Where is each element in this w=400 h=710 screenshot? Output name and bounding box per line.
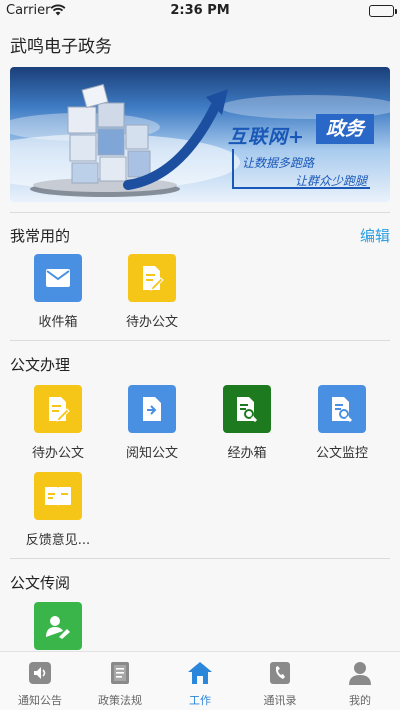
tab-label: 通讯录: [263, 694, 297, 707]
tab-label: 工作: [189, 694, 211, 707]
page-title: 武鸣电子政务: [10, 37, 112, 57]
document-processing-section-title: 公文办理: [10, 356, 71, 374]
edit-document-icon: [34, 385, 82, 433]
favorite-inbox[interactable]: 收件箱: [18, 254, 98, 330]
phone-icon: [240, 660, 320, 686]
tile-label: 反馈意见...: [25, 533, 91, 548]
battery-icon: [369, 5, 397, 17]
monitor-document-icon: [318, 385, 366, 433]
tab-notices[interactable]: 通知公告: [0, 652, 80, 710]
banner-subtitle-2: 让群众少跑腿: [295, 174, 368, 188]
tab-label: 通知公告: [18, 694, 62, 707]
circulation-user-icon: [34, 602, 82, 650]
banner-title-a: 互联网+: [228, 126, 305, 148]
status-bar: Carrier 2:36 PM: [0, 0, 400, 22]
document-monitoring[interactable]: 公文监控: [302, 385, 382, 461]
tile-label: 公文监控: [315, 446, 368, 461]
tab-label: 政策法规: [98, 694, 142, 707]
forward-document-icon: [128, 385, 176, 433]
tab-policies[interactable]: 政策法规: [80, 652, 160, 710]
user-icon: [320, 660, 400, 686]
feedback-opinions[interactable]: 反馈意见...: [18, 472, 98, 548]
tab-bar: 通知公告 政策法规 工作 通讯录 我的: [0, 651, 400, 710]
banner-title-b: 政务: [316, 114, 374, 144]
divider: [10, 212, 390, 213]
feedback-icon: [34, 472, 82, 520]
tile-label: 阅知公文: [125, 446, 178, 461]
speaker-icon: [0, 660, 80, 686]
divider: [10, 558, 390, 559]
mail-icon: [34, 254, 82, 302]
document-circulation-section-title: 公文传阅: [10, 574, 71, 592]
tile-label: 待办公文: [31, 446, 84, 461]
favorite-pending-documents[interactable]: 待办公文: [112, 254, 192, 330]
tab-work[interactable]: 工作: [160, 652, 240, 710]
clock: 2:36 PM: [170, 3, 230, 18]
banner-image[interactable]: 互联网+ 政务 让数据多跑路 让群众少跑腿: [10, 67, 390, 202]
home-icon: [160, 660, 240, 686]
circulation-item[interactable]: [18, 602, 98, 650]
tile-label: 经办箱: [227, 446, 267, 461]
pending-documents[interactable]: 待办公文: [18, 385, 98, 461]
tab-me[interactable]: 我的: [320, 652, 400, 710]
tile-label: 待办公文: [125, 315, 178, 330]
tile-label: 收件箱: [38, 315, 78, 330]
tab-label: 我的: [349, 694, 371, 707]
divider: [10, 340, 390, 341]
edit-favorites-button[interactable]: 编辑: [360, 225, 390, 246]
book-icon: [80, 660, 160, 686]
banner-subtitle-1: 让数据多跑路: [242, 156, 315, 170]
favorites-section-title: 我常用的: [10, 227, 71, 245]
read-documents[interactable]: 阅知公文: [112, 385, 192, 461]
handled-box[interactable]: 经办箱: [207, 385, 287, 461]
tab-contacts[interactable]: 通讯录: [240, 652, 320, 710]
search-document-icon: [223, 385, 271, 433]
edit-document-icon: [128, 254, 176, 302]
